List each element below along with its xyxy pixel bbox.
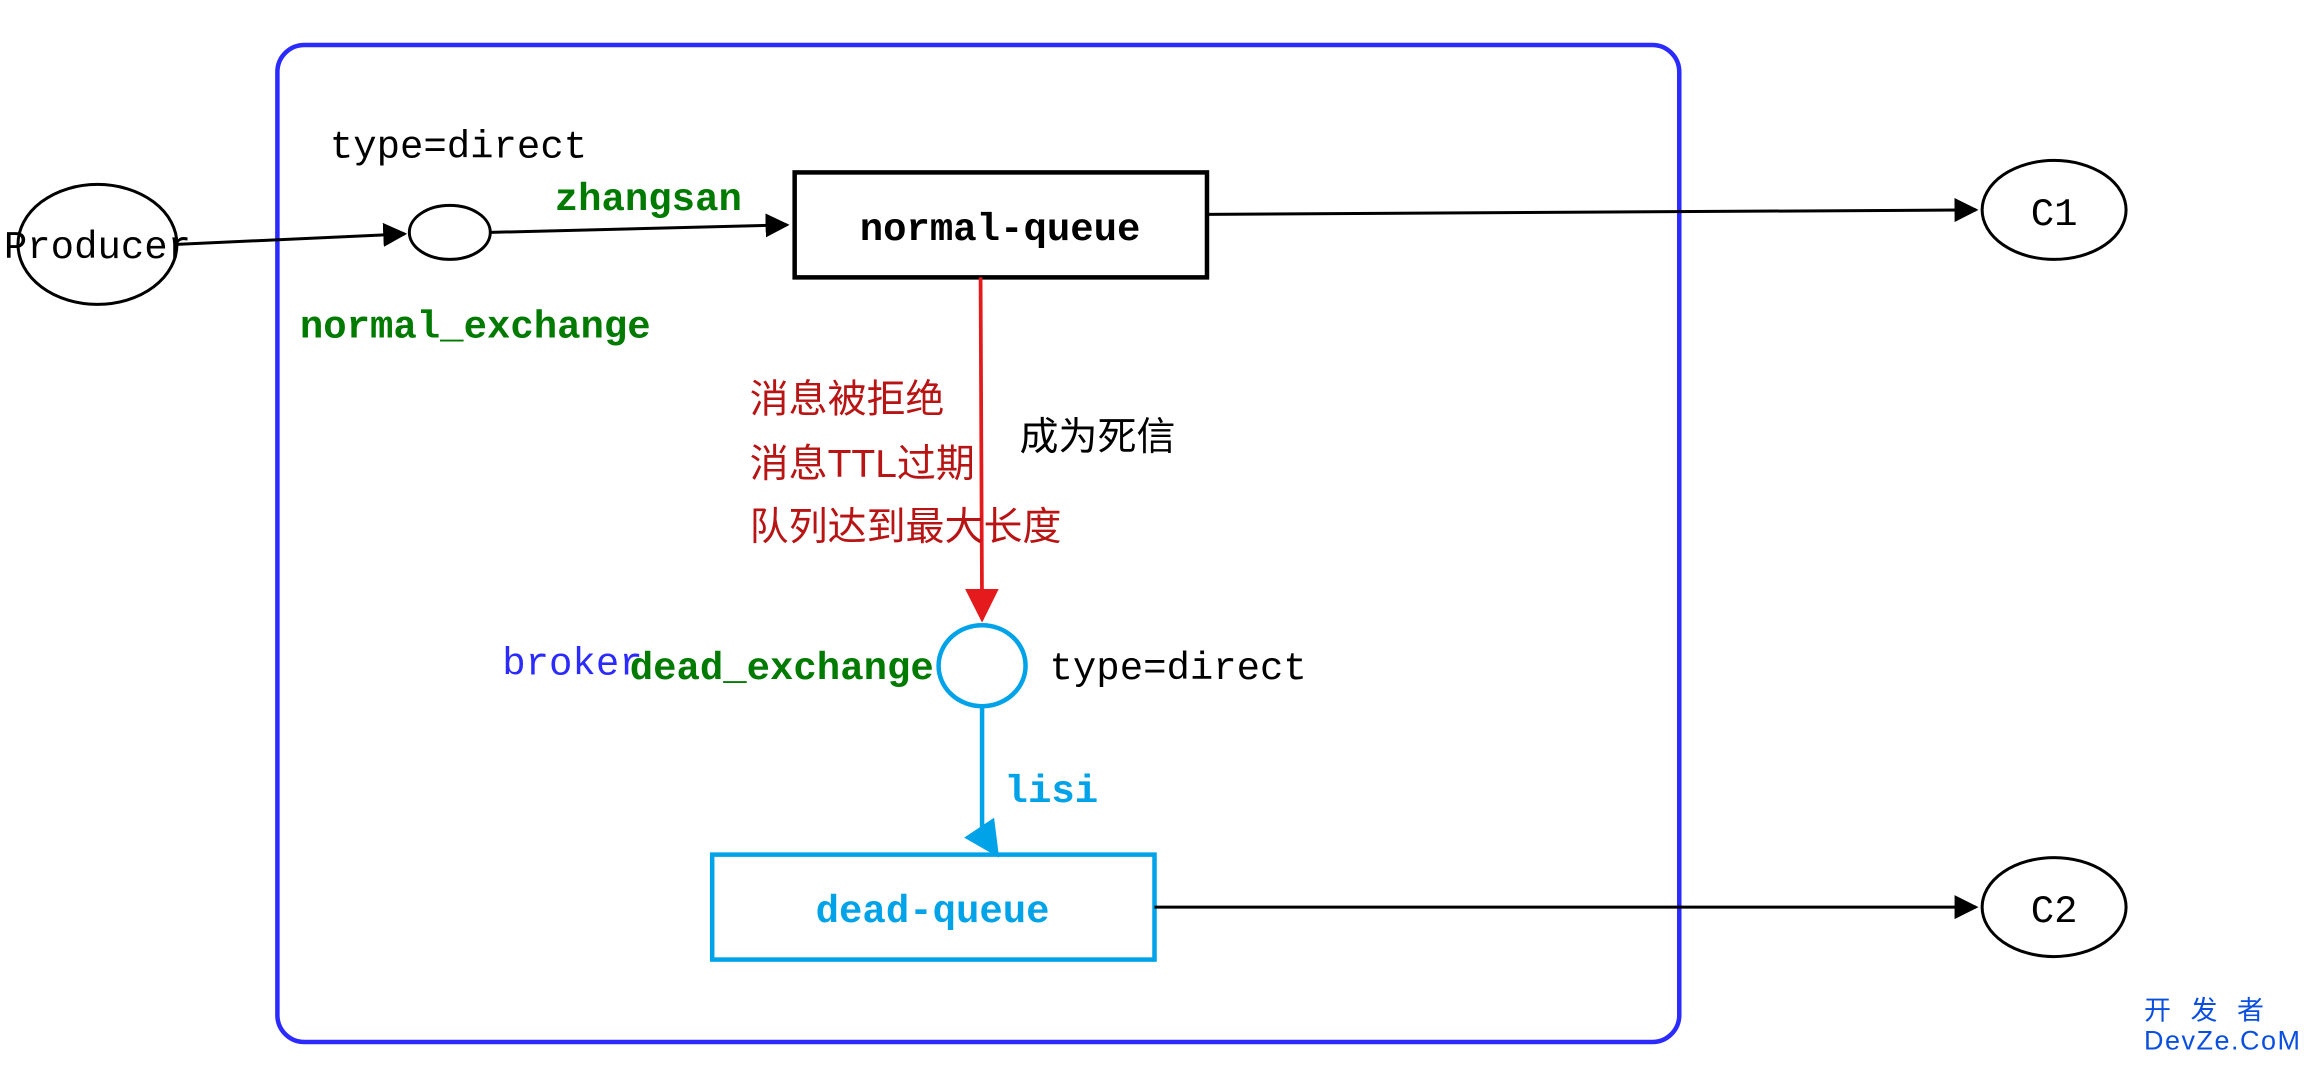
consumer-c2-label: C2 — [2031, 890, 2078, 934]
become-dead-letter-label: 成为死信 — [1020, 417, 1176, 462]
dead-reason-2: 消息TTL过期 — [750, 443, 975, 486]
edge-normal-queue-to-dead-exchange — [981, 277, 982, 619]
normal-exchange-type: type=direct — [330, 125, 587, 169]
watermark-line2: DevZe.CoM — [2144, 1026, 2301, 1056]
dead-reason-3: 队列达到最大长度 — [750, 506, 1062, 549]
normal-queue-label: normal-queue — [860, 208, 1141, 252]
consumer-c1-label: C1 — [2031, 193, 2078, 237]
edge-normal-queue-to-c1 — [1207, 210, 1976, 214]
dead-reason-1: 消息被拒绝 — [750, 378, 945, 421]
dead-exchange-node — [939, 625, 1026, 706]
producer-label: Producer — [4, 226, 191, 270]
dead-exchange-type: type=direct — [1050, 647, 1307, 691]
routing-key-lisi: lisi — [1005, 770, 1099, 814]
routing-key-zhangsan: zhangsan — [555, 178, 742, 222]
dead-exchange-name: dead_exchange — [630, 647, 934, 691]
watermark-line1: 开 发 者 — [2144, 996, 2270, 1026]
dead-queue-label: dead-queue — [816, 890, 1050, 934]
diagram-canvas: broker Producer C1 C2 type=direct normal… — [0, 0, 2309, 1065]
broker-label: broker — [502, 643, 642, 687]
edge-exchange-to-normal-queue — [490, 225, 787, 232]
edge-dead-exchange-to-dead-queue — [982, 706, 997, 854]
edge-producer-to-exchange — [177, 234, 405, 244]
normal-exchange-node — [409, 205, 490, 259]
normal-exchange-name: normal_exchange — [300, 305, 651, 349]
